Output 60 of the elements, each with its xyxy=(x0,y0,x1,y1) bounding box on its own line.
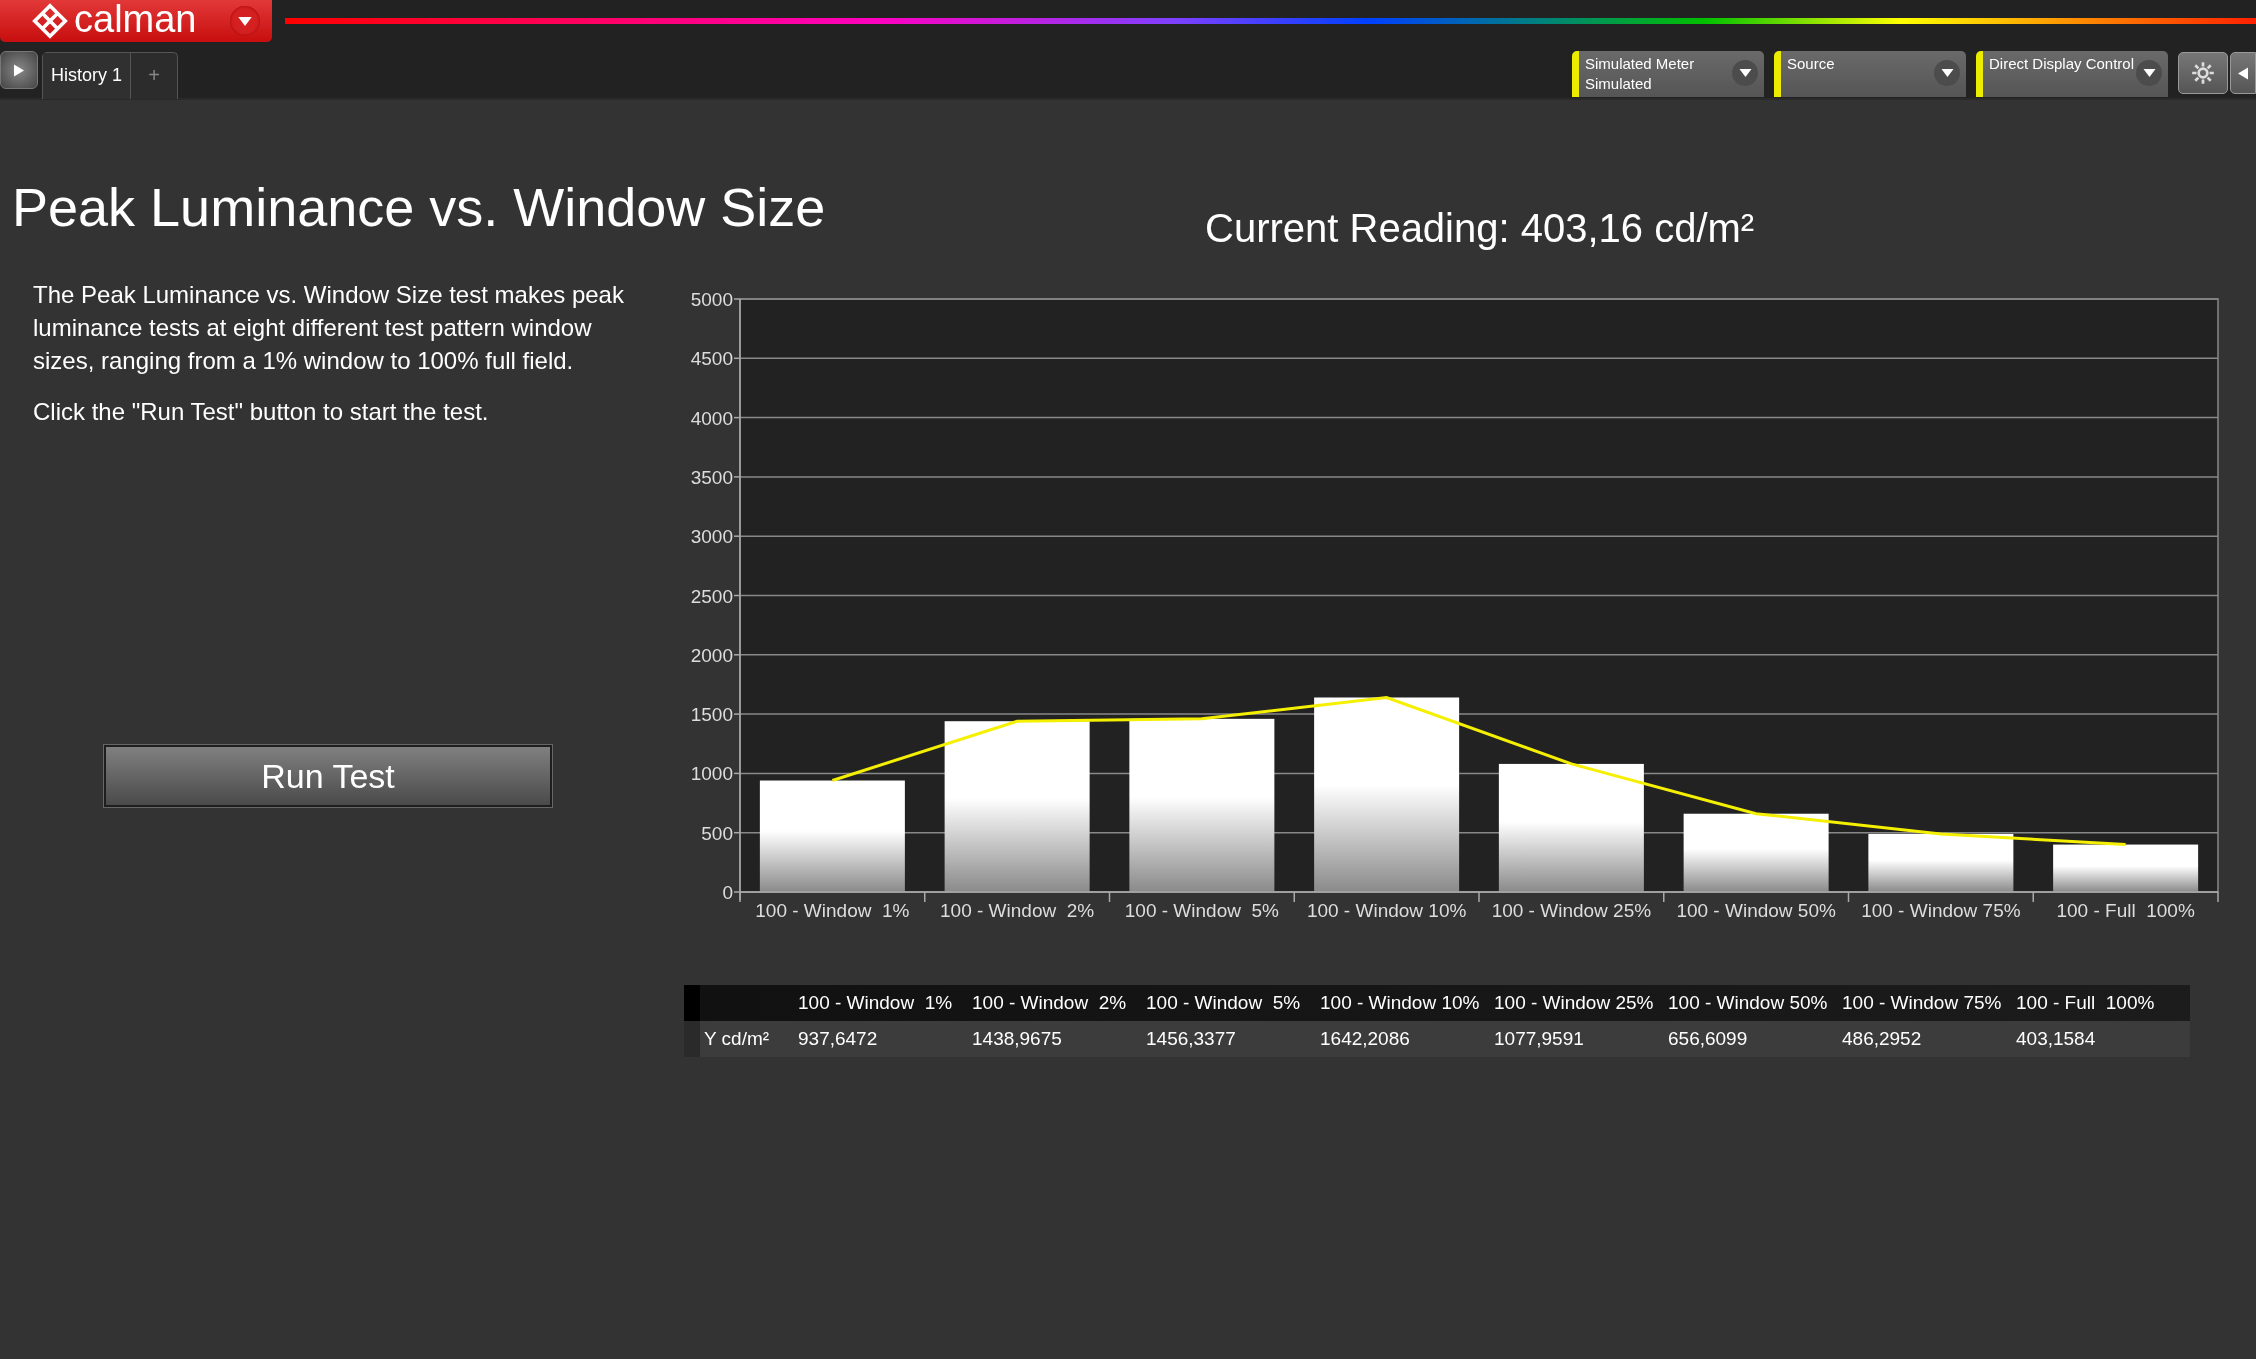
table-cell-text: 1456,3377 xyxy=(1146,1028,1237,1050)
gear-icon xyxy=(2190,60,2216,86)
y-tick-label: 2000 xyxy=(690,644,733,666)
device-dropdown[interactable]: Simulated Meter Simulated xyxy=(1572,51,1764,97)
page-title: Peak Luminance vs. Window Size xyxy=(12,176,826,239)
x-category-label: 100 - Window 50% xyxy=(1676,900,1836,921)
run-test-button[interactable]: Run Test xyxy=(104,745,552,808)
caret-icon xyxy=(1738,69,1752,77)
device-dropdown[interactable]: Direct Display Control xyxy=(1976,51,2168,97)
collapse-button[interactable] xyxy=(2230,52,2256,94)
y-tick-label: 1000 xyxy=(690,763,733,785)
diamond-logo-icon xyxy=(32,3,68,39)
history-tab[interactable]: History 1 xyxy=(43,52,131,99)
table-cell-text: 1077,9591 xyxy=(1494,1028,1585,1050)
x-category-label: 100 - Window 2% xyxy=(940,900,1095,921)
y-tick-label: 0 xyxy=(722,882,733,903)
column-header: 100 - Full 100% xyxy=(2016,992,2156,1014)
x-category-label: 100 - Window 1% xyxy=(755,900,910,921)
description-text: Click the "Run Test" button to start the test. xyxy=(33,397,490,428)
row-selector-strip xyxy=(684,985,700,1057)
current-reading: Current Reading: 403,16 cd/m² xyxy=(1205,206,1756,251)
y-tick-label: 500 xyxy=(701,822,733,844)
y-tick-label: 5000 xyxy=(690,289,733,310)
y-tick-label: 4000 xyxy=(690,407,733,429)
column-header: 100 - Window 25% xyxy=(1494,992,1655,1014)
table-cell-text: 1642,2086 xyxy=(1320,1028,1411,1050)
row-label: Y cd/m² xyxy=(703,1028,771,1050)
caret-icon xyxy=(1940,69,1954,77)
y-tick-label: 1500 xyxy=(690,704,733,726)
column-header: 100 - Window 10% xyxy=(1320,992,1481,1014)
table-cell-text: 1438,9675 xyxy=(972,1028,1063,1050)
settings-button[interactable] xyxy=(2178,52,2228,94)
left-arrow-icon xyxy=(2238,66,2248,80)
table-cell-text: 656,6099 xyxy=(1668,1028,1749,1050)
play-icon xyxy=(14,63,24,77)
y-tick-label: 3500 xyxy=(690,466,733,488)
x-category-label: 100 - Full 100% xyxy=(2056,900,2195,921)
column-header: 100 - Window 2% xyxy=(972,992,1128,1014)
x-category-label: 100 - Window 75% xyxy=(1861,900,2021,921)
y-tick-label: 2500 xyxy=(690,585,733,607)
x-category-label: 100 - Window 10% xyxy=(1306,900,1467,921)
column-header: 100 - Window 5% xyxy=(1146,992,1302,1014)
table-cell-text: 937,6472 xyxy=(798,1028,879,1050)
y-tick-label: 3000 xyxy=(690,526,733,548)
play-button[interactable] xyxy=(0,51,38,89)
table-cell-text: 486,2952 xyxy=(1842,1028,1923,1050)
x-category-label: 100 - Window 25% xyxy=(1491,900,1652,921)
x-category-label: 100 - Window 5% xyxy=(1124,900,1279,921)
logo-bar[interactable]: calman xyxy=(0,0,272,42)
dropdown-icon[interactable] xyxy=(230,6,260,36)
description-text: The Peak Luminance vs. Window Size test makes peak luminance tests at eight different test pattern window sizes, ranging from a 1% window to 100% full field. xyxy=(33,280,625,377)
y-tick-label: 4500 xyxy=(690,348,733,370)
column-header: 100 - Window 1% xyxy=(798,992,954,1014)
device-dropdown[interactable]: Source xyxy=(1774,51,1966,97)
table-cell-text: 403,1584 xyxy=(2016,1028,2097,1050)
logo-text: calman xyxy=(74,0,197,39)
add-tab-button[interactable]: + xyxy=(131,52,177,99)
column-header: 100 - Window 50% xyxy=(1668,992,1829,1014)
column-header: 100 - Window 75% xyxy=(1842,992,2003,1014)
caret-icon xyxy=(2142,69,2156,77)
